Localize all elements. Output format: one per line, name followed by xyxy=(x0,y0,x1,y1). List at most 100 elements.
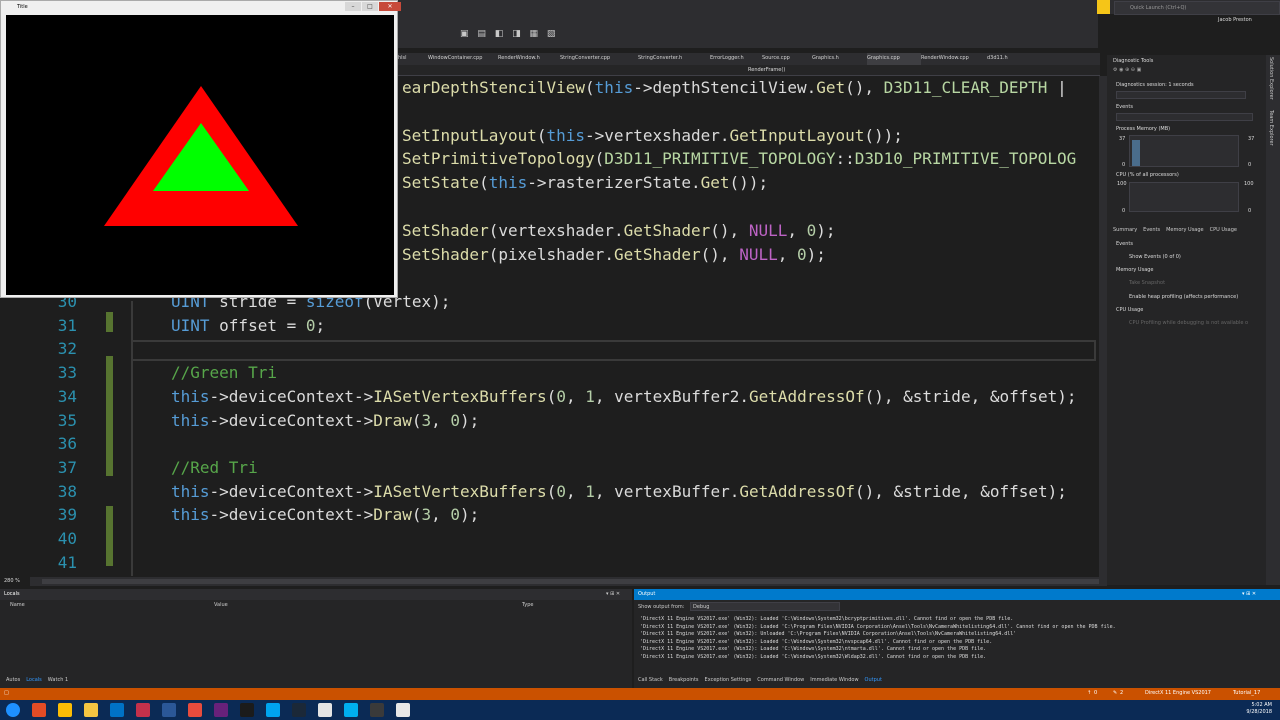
code-line[interactable]: this->deviceContext->Draw(3, 0); xyxy=(171,507,479,523)
output-title: Output xyxy=(638,591,656,597)
clock-time: 5:02 AM xyxy=(1251,702,1272,708)
diag-tab-cpu-usage[interactable]: CPU Usage xyxy=(1210,227,1237,236)
code-line[interactable]: this->deviceContext->Draw(3, 0); xyxy=(171,412,479,429)
taskbar-app-icon[interactable] xyxy=(338,700,364,720)
code-line[interactable]: this->deviceContext->IASetVertexBuffers(… xyxy=(171,483,1067,500)
output-header: Output ▾ ⊞ ✕ xyxy=(634,589,1280,600)
tab-graphics-cpp[interactable]: Graphics.cpp xyxy=(867,53,921,65)
status-up-count[interactable]: 0 xyxy=(1094,690,1097,696)
code-line[interactable]: SetShader(pixelshader.GetShader(), NULL,… xyxy=(402,246,826,263)
diag-tab-events[interactable]: Events xyxy=(1143,227,1160,236)
output-source-select[interactable]: Debug xyxy=(690,602,840,611)
taskbar-app-icon[interactable] xyxy=(286,700,312,720)
vertical-scrollbar[interactable] xyxy=(1099,76,1107,586)
taskbar-app-icon[interactable] xyxy=(234,700,260,720)
diag-tab-memory-usage[interactable]: Memory Usage xyxy=(1166,227,1204,236)
tab-renderwindow-cpp[interactable]: RenderWindow.cpp xyxy=(921,53,987,65)
taskbar-app-icon[interactable] xyxy=(312,700,338,720)
taskbar-app-icon[interactable] xyxy=(156,700,182,720)
output-tab-exception-settings[interactable]: Exception Settings xyxy=(705,677,752,683)
diag-toolbar[interactable]: ⚙ ◉ ⊕ ⊖ ▣ xyxy=(1113,67,1141,73)
taskbar-app-icon[interactable] xyxy=(260,700,286,720)
panel-controls[interactable]: ▾ ⊞ ✕ xyxy=(606,591,620,597)
taskbar-app-icon[interactable] xyxy=(26,700,52,720)
code-line[interactable]: this->deviceContext->IASetVertexBuffers(… xyxy=(171,388,1077,405)
taskbar-app-icon[interactable] xyxy=(364,700,390,720)
timeline-ruler[interactable] xyxy=(1116,91,1246,99)
taskbar-app-icon[interactable] xyxy=(208,700,234,720)
locals-tab-watch-1[interactable]: Watch 1 xyxy=(48,677,68,683)
minimize-button[interactable]: – xyxy=(345,2,361,11)
tab-graphics-h[interactable]: Graphics.h xyxy=(812,53,867,65)
clock[interactable]: 5:02 AM 9/28/2018 xyxy=(1246,702,1272,716)
scroll-thumb[interactable] xyxy=(42,579,1122,584)
output-tab-immediate-window[interactable]: Immediate Window xyxy=(810,677,858,683)
output-tab-output[interactable]: Output xyxy=(865,677,882,683)
taskbar-app-icon[interactable] xyxy=(182,700,208,720)
taskbar-app-icon[interactable] xyxy=(78,700,104,720)
locals-tab-locals[interactable]: Locals xyxy=(26,677,42,683)
output-tab-breakpoints[interactable]: Breakpoints xyxy=(669,677,699,683)
taskbar-app-icon[interactable] xyxy=(390,700,416,720)
pencil-icon[interactable]: ✎ xyxy=(1113,690,1117,696)
quick-launch-input[interactable]: Quick Launch (Ctrl+Q) xyxy=(1114,1,1280,15)
status-project[interactable]: DirectX 11 Engine VS2017 xyxy=(1145,690,1211,696)
tab-hlsl[interactable]: hlsl xyxy=(398,53,428,65)
zoom-level[interactable]: 280 % xyxy=(4,578,20,584)
status-pencil-count[interactable]: 2 xyxy=(1120,690,1123,696)
output-panel: Output ▾ ⊞ ✕ Show output from: Debug 'Dir… xyxy=(634,589,1280,688)
take-snapshot-button[interactable]: Take Snapshot xyxy=(1129,280,1165,286)
breadcrumb[interactable]: RenderFrame() xyxy=(398,65,1100,76)
tab-windowcontainer-cpp[interactable]: WindowContainer.cpp xyxy=(428,53,498,65)
column-name[interactable]: Name xyxy=(10,602,25,608)
locals-tab-autos[interactable]: Autos xyxy=(6,677,20,683)
team-explorer-tab[interactable]: Team Explorer xyxy=(1268,110,1274,146)
menu-bar xyxy=(398,14,1098,26)
events-track[interactable] xyxy=(1116,113,1253,121)
solution-explorer-tab[interactable]: Solution Explorer xyxy=(1268,57,1274,100)
output-tab-call-stack[interactable]: Call Stack xyxy=(638,677,663,683)
tab-stringconverter-cpp[interactable]: StringConverter.cpp xyxy=(560,53,638,65)
column-value[interactable]: Value xyxy=(214,602,228,608)
panel-controls[interactable]: ▾ ⊞ ✕ xyxy=(1242,591,1256,597)
show-events-link[interactable]: Show Events (0 of 0) xyxy=(1129,254,1181,260)
toolbar-icons[interactable]: ▣ ▤ ◧ ◨ ▦ ▧ xyxy=(460,29,558,39)
member-dropdown[interactable]: RenderFrame() xyxy=(748,67,785,73)
code-line[interactable]: SetState(this->rasterizerState.Get()); xyxy=(402,175,768,191)
taskbar-app-icon[interactable] xyxy=(104,700,130,720)
tab-source-cpp[interactable]: Source.cpp xyxy=(762,53,812,65)
status-branch[interactable]: Tutorial_17 xyxy=(1233,690,1260,696)
code-line[interactable]: earDepthStencilView(this->depthStencilVi… xyxy=(402,80,1067,96)
code-line[interactable]: SetInputLayout(this->vertexshader.GetInp… xyxy=(402,127,903,144)
tab-stringconverter-h[interactable]: StringConverter.h xyxy=(638,53,710,65)
code-line[interactable]: SetShader(vertexshader.GetShader(), NULL… xyxy=(402,222,836,239)
diag-session: Diagnostics session: 1 seconds xyxy=(1116,82,1194,88)
feedback-icon[interactable] xyxy=(1097,0,1110,14)
change-bar xyxy=(106,356,113,476)
taskbar-app-icon[interactable] xyxy=(52,700,78,720)
diag-tab-summary[interactable]: Summary xyxy=(1113,227,1137,236)
output-tab-command-window[interactable]: Command Window xyxy=(757,677,804,683)
game-window[interactable]: Title – □ ✕ xyxy=(0,0,401,298)
line-number: 39 xyxy=(57,505,77,525)
horizontal-scrollbar[interactable] xyxy=(30,577,1122,586)
tab-d3d11-h[interactable]: d3d11.h xyxy=(987,53,1031,65)
taskbar-app-icon[interactable] xyxy=(0,700,26,720)
status-up-arrow[interactable]: ↑ xyxy=(1087,690,1091,696)
user-name[interactable]: Jacob Preston xyxy=(1218,17,1252,23)
code-line[interactable]: SetPrimitiveTopology(D3D11_PRIMITIVE_TOP… xyxy=(402,151,1076,167)
output-text[interactable]: 'DirectX 11 Engine VS2017.exe' (Win32): … xyxy=(640,616,1116,661)
cpu-min-right: 0 xyxy=(1248,208,1252,214)
taskbar-app-icon[interactable] xyxy=(130,700,156,720)
tab-renderwindow-h[interactable]: RenderWindow.h xyxy=(498,53,560,65)
heap-profiling-checkbox[interactable]: Enable heap profiling (affects performan… xyxy=(1129,294,1238,300)
code-line[interactable]: //Green Tri xyxy=(171,365,277,381)
line-number: 35 xyxy=(57,410,77,430)
maximize-button[interactable]: □ xyxy=(362,2,378,11)
code-line[interactable]: UINT offset = 0; xyxy=(171,317,325,334)
code-line[interactable]: //Red Tri xyxy=(171,459,258,476)
close-button[interactable]: ✕ xyxy=(379,2,401,11)
column-type[interactable]: Type xyxy=(522,602,533,608)
status-bar: □ ↑ 0 ✎ 2 DirectX 11 Engine VS2017 Tutor… xyxy=(0,688,1280,700)
tab-errorlogger-h[interactable]: ErrorLogger.h xyxy=(710,53,762,65)
